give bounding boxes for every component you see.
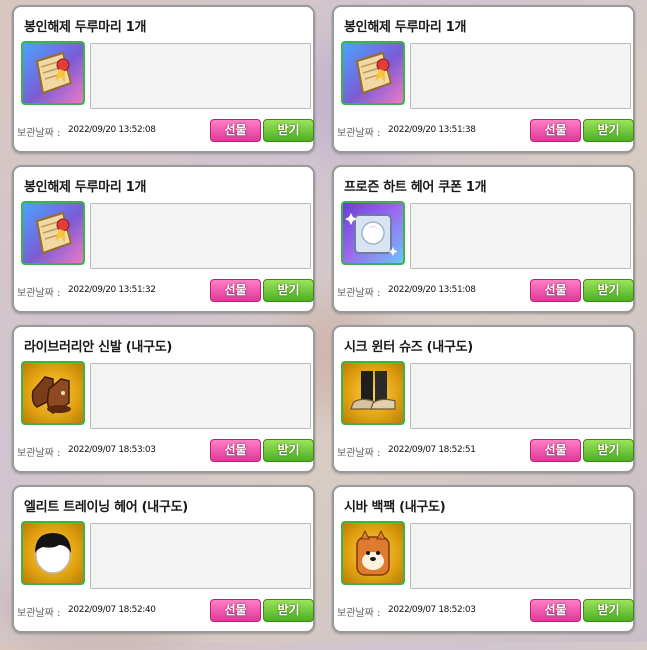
item-title: 봉인해제 두루마리 1개 bbox=[344, 20, 467, 35]
item-description-box bbox=[90, 203, 311, 269]
scroll-icon[interactable] bbox=[341, 41, 405, 105]
date-label: 보관날짜 : bbox=[17, 448, 61, 459]
item-title: 엘리트 트레이닝 헤어 (내구도) bbox=[24, 500, 188, 515]
date-value: 2022/09/07 18:53:03 bbox=[68, 445, 156, 455]
item-card: 시크 윈터 슈즈 (내구도) 보관날짜 : 2022/09/07 18:52:5… bbox=[332, 325, 635, 473]
gift-button[interactable]: 선물 bbox=[530, 279, 581, 302]
item-description-box bbox=[90, 523, 311, 589]
date-label: 보관날짜 : bbox=[337, 288, 381, 299]
gift-button[interactable]: 선물 bbox=[210, 599, 261, 622]
date-value: 2022/09/20 13:51:08 bbox=[388, 285, 476, 295]
date-label: 보관날짜 : bbox=[17, 128, 61, 139]
item-card: 프로즌 하트 헤어 쿠폰 1개 보관날짜 : 2022/09/20 13:51:… bbox=[332, 165, 635, 313]
receive-button[interactable]: 받기 bbox=[263, 279, 314, 302]
receive-button[interactable]: 받기 bbox=[263, 119, 314, 142]
receive-button[interactable]: 받기 bbox=[583, 439, 634, 462]
receive-button[interactable]: 받기 bbox=[583, 599, 634, 622]
winter-shoes-icon[interactable] bbox=[341, 361, 405, 425]
receive-button[interactable]: 받기 bbox=[583, 279, 634, 302]
receive-button[interactable]: 받기 bbox=[263, 439, 314, 462]
date-label: 보관날짜 : bbox=[337, 128, 381, 139]
date-label: 보관날짜 : bbox=[17, 608, 61, 619]
item-description-box bbox=[90, 43, 311, 109]
receive-button[interactable]: 받기 bbox=[583, 119, 634, 142]
date-label: 보관날짜 : bbox=[337, 608, 381, 619]
gift-button[interactable]: 선물 bbox=[530, 599, 581, 622]
item-card: 엘리트 트레이닝 헤어 (내구도) 보관날짜 : 2022/09/07 18:5… bbox=[12, 485, 315, 633]
item-description-box bbox=[410, 203, 631, 269]
item-card: 봉인해제 두루마리 1개 보관날짜 : 2022/09/20 13:51:32 … bbox=[12, 165, 315, 313]
brown-shoes-icon[interactable] bbox=[21, 361, 85, 425]
item-title: 봉인해제 두루마리 1개 bbox=[24, 180, 147, 195]
item-description-box bbox=[90, 363, 311, 429]
date-label: 보관날짜 : bbox=[17, 288, 61, 299]
hair-coupon-icon[interactable] bbox=[341, 201, 405, 265]
date-label: 보관날짜 : bbox=[337, 448, 381, 459]
item-title: 라이브러리안 신발 (내구도) bbox=[24, 340, 172, 355]
item-card: 봉인해제 두루마리 1개 보관날짜 : 2022/09/20 13:51:38 … bbox=[332, 5, 635, 153]
gift-button[interactable]: 선물 bbox=[530, 119, 581, 142]
gift-button[interactable]: 선물 bbox=[210, 439, 261, 462]
date-value: 2022/09/20 13:51:38 bbox=[388, 125, 476, 135]
scroll-icon[interactable] bbox=[21, 41, 85, 105]
item-title: 봉인해제 두루마리 1개 bbox=[24, 20, 147, 35]
gift-button[interactable]: 선물 bbox=[530, 439, 581, 462]
item-description-box bbox=[410, 523, 631, 589]
date-value: 2022/09/07 18:52:40 bbox=[68, 605, 156, 615]
item-description-box bbox=[410, 43, 631, 109]
receive-button[interactable]: 받기 bbox=[263, 599, 314, 622]
black-hair-icon[interactable] bbox=[21, 521, 85, 585]
date-value: 2022/09/20 13:51:32 bbox=[68, 285, 156, 295]
item-title: 프로즌 하트 헤어 쿠폰 1개 bbox=[344, 180, 487, 195]
scroll-icon[interactable] bbox=[21, 201, 85, 265]
item-title: 시바 백팩 (내구도) bbox=[344, 500, 446, 515]
date-value: 2022/09/20 13:52:08 bbox=[68, 125, 156, 135]
gift-button[interactable]: 선물 bbox=[210, 279, 261, 302]
gift-button[interactable]: 선물 bbox=[210, 119, 261, 142]
item-card: 시바 백팩 (내구도) 보관날짜 : 2022/09/07 18:52:03 선… bbox=[332, 485, 635, 633]
item-card: 봉인해제 두루마리 1개 보관날짜 : 2022/09/20 13:52:08 … bbox=[12, 5, 315, 153]
item-title: 시크 윈터 슈즈 (내구도) bbox=[344, 340, 473, 355]
date-value: 2022/09/07 18:52:03 bbox=[388, 605, 476, 615]
date-value: 2022/09/07 18:52:51 bbox=[388, 445, 476, 455]
item-card: 라이브러리안 신발 (내구도) 보관날짜 : 2022/09/07 18:53:… bbox=[12, 325, 315, 473]
item-description-box bbox=[410, 363, 631, 429]
shiba-backpack-icon[interactable] bbox=[341, 521, 405, 585]
